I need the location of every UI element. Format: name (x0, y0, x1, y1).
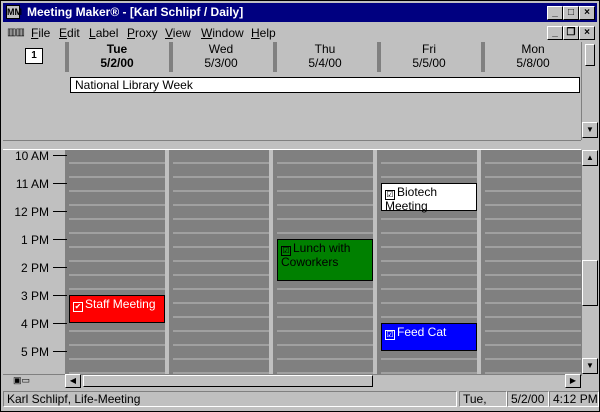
menu-help[interactable]: Help (251, 26, 276, 40)
time-tick (53, 183, 67, 184)
time-label: 5 PM (20, 345, 49, 359)
time-label: 11 AM (15, 177, 49, 191)
time-tick (53, 267, 67, 268)
scroll-left-button[interactable]: ◀ (65, 374, 81, 388)
horizontal-scrollbar[interactable]: ▣▭ ◀ ▶ (3, 374, 581, 388)
time-tick (53, 323, 67, 324)
check-icon: ✔ (73, 302, 83, 312)
status-time: 4:12 PM (549, 391, 599, 407)
main-window: MM Meeting Maker® - [Karl Schlipf / Dail… (0, 0, 600, 412)
day-header-tue[interactable]: Tue 5/2/00 (69, 42, 165, 72)
day-name: Tue (106, 42, 128, 56)
time-label: 3 PM (20, 289, 49, 303)
day-column-tue[interactable] (69, 150, 165, 374)
time-label: 4 PM (20, 317, 49, 331)
title-bar[interactable]: MM Meeting Maker® - [Karl Schlipf / Dail… (3, 3, 597, 22)
status-user: Karl Schlipf, Life-Meeting (3, 391, 457, 407)
day-name: Mon (521, 42, 545, 56)
menu-proxy[interactable]: Proxy (127, 26, 158, 40)
time-grid: 10 AM 11 AM 12 PM 1 PM 2 PM 3 PM 4 PM 5 PM ✔ Staf… (3, 150, 581, 374)
event-label: Feed Cat (397, 325, 447, 339)
column-separator (481, 150, 485, 374)
mdi-child-icon[interactable]: ▥▥ (7, 27, 25, 38)
time-label: 1 PM (20, 233, 49, 247)
grid-scroll-up-button[interactable]: ▲ (582, 150, 598, 166)
day-name: Thu (314, 42, 336, 56)
grid-scroll-down-button[interactable]: ▼ (582, 358, 598, 374)
day-header-wed[interactable]: Wed 5/3/00 (173, 42, 269, 72)
menu-view[interactable]: View (165, 26, 191, 40)
view-mode-icon[interactable]: ▣▭ (13, 375, 30, 386)
menu-window[interactable]: Window (201, 26, 244, 40)
time-tick (53, 351, 67, 352)
day-header-row: 1 Tue 5/2/00 Wed 5/3/00 Thu 5/4/00 Fri 5/5/00 Mo… (3, 42, 599, 72)
grid-scroll-thumb[interactable] (582, 260, 598, 306)
banner-scroll-down-button[interactable]: ▼ (582, 122, 598, 138)
menu-bar: ▥▥ File Edit Label Proxy View Window Help _ ❐ … (3, 23, 597, 42)
status-date: 5/2/00 (507, 391, 549, 407)
day-date: 5/2/00 (100, 56, 134, 70)
calendar-view: 1 Tue 5/2/00 Wed 5/3/00 Thu 5/4/00 Fri 5/5/00 Mo… (3, 42, 599, 388)
day-date: 5/4/00 (308, 56, 342, 70)
status-day: Tue, (459, 391, 507, 407)
menu-edit[interactable]: Edit (59, 26, 80, 40)
window-title: Meeting Maker® - [Karl Schlipf / Daily] (27, 5, 244, 19)
day-date: 5/5/00 (412, 56, 446, 70)
time-tick (53, 295, 67, 296)
time-label: 2 PM (20, 261, 49, 275)
minimize-button[interactable]: _ (547, 6, 563, 20)
horizontal-scroll-thumb[interactable] (83, 375, 373, 387)
day-name: Fri (422, 42, 436, 56)
time-tick (53, 211, 67, 212)
event-label: Staff Meeting (85, 297, 156, 311)
grid-scrollbar[interactable]: ▲ ▼ (581, 150, 599, 376)
day-header-fri[interactable]: Fri 5/5/00 (381, 42, 477, 72)
time-label: 12 PM (14, 205, 49, 219)
time-tick (53, 155, 67, 156)
banner-scrollbar[interactable]: ▼ (581, 42, 599, 140)
view-toggle-icon[interactable]: 1 (25, 48, 43, 64)
time-label: 10 AM (14, 150, 49, 163)
event-lunch-with-coworkers[interactable]: ☑ Lunch with Coworkers (277, 239, 373, 281)
day-date: 5/8/00 (516, 56, 550, 70)
day-column-mon[interactable] (485, 150, 581, 374)
menu-file[interactable]: File (31, 26, 50, 40)
menu-label[interactable]: Label (89, 26, 118, 40)
app-icon[interactable]: MM (6, 5, 22, 19)
event-label: Lunch with Coworkers (281, 241, 351, 269)
mdi-restore-button[interactable]: ❐ (563, 26, 579, 40)
column-separator (169, 150, 173, 374)
time-tick (53, 239, 67, 240)
close-button[interactable]: × (579, 6, 595, 20)
event-feed-cat[interactable]: ☑ Feed Cat (381, 323, 477, 351)
check-icon: ☑ (385, 330, 395, 340)
mdi-close-button[interactable]: × (579, 26, 595, 40)
day-date: 5/3/00 (204, 56, 238, 70)
day-column-wed[interactable] (173, 150, 269, 374)
event-staff-meeting[interactable]: ✔ Staff Meeting (69, 295, 165, 323)
day-header-thu[interactable]: Thu 5/4/00 (277, 42, 373, 72)
maximize-button[interactable]: □ (563, 6, 579, 20)
status-bar: Karl Schlipf, Life-Meeting Tue, 5/2/00 4… (3, 389, 599, 409)
banner-event[interactable]: National Library Week (70, 77, 580, 93)
scroll-right-button[interactable]: ▶ (565, 374, 581, 388)
event-biotech-meeting[interactable]: ☑ Biotech Meeting (381, 183, 477, 213)
mdi-minimize-button[interactable]: _ (547, 26, 563, 40)
day-name: Wed (208, 42, 234, 56)
banner-scroll-thumb[interactable] (585, 44, 595, 66)
day-header-mon[interactable]: Mon 5/8/00 (485, 42, 581, 72)
pane-splitter[interactable] (3, 140, 581, 150)
